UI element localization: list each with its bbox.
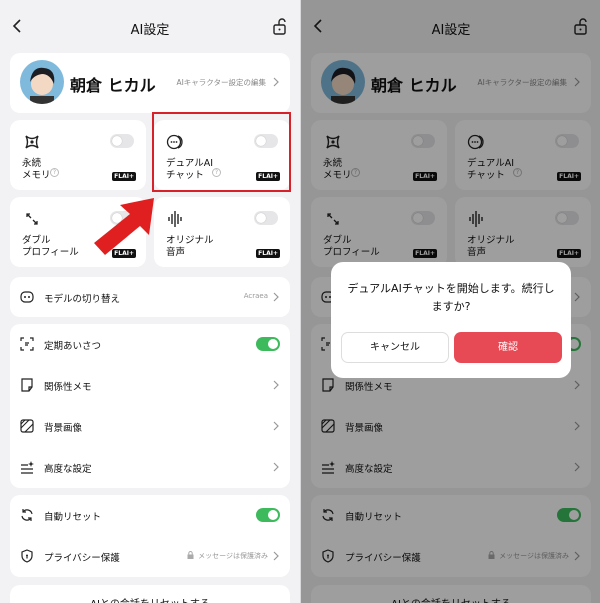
cancel-button[interactable]: キャンセル <box>341 332 449 363</box>
red-arrow-icon <box>94 198 154 255</box>
auto-reset-toggle[interactable] <box>256 508 280 522</box>
row-relationship-memo[interactable]: 関係性メモ <box>10 365 290 405</box>
settings-group: 定期あいさつ 関係性メモ 背景画像 高度な設定 <box>10 324 290 488</box>
row-label: 背景画像 <box>44 423 83 434</box>
model-switch-row[interactable]: モデルの切り替え Acraea <box>10 277 290 317</box>
flai-plus-badge: FLAI+ <box>112 172 136 181</box>
greeting-icon <box>20 337 34 351</box>
page-title: AI設定 <box>130 23 170 38</box>
tile-original-voice[interactable]: オリジナル 音声 FLAI+ <box>154 197 290 267</box>
chevron-right-icon <box>273 421 279 431</box>
privacy-status: メッセージは保護済み <box>198 552 268 560</box>
swap-icon <box>26 213 38 225</box>
dialog-message: デュアルAIチャットを開始します。続行しますか? <box>347 282 555 313</box>
chevron-right-icon <box>273 292 279 302</box>
profile-card[interactable]: 朝倉 ヒカル AIキャラクター設定の編集 <box>10 53 290 113</box>
advanced-settings-icon <box>21 461 34 474</box>
row-background-image[interactable]: 背景画像 <box>10 406 290 446</box>
voice-wave-icon <box>168 211 182 227</box>
original-voice-toggle[interactable] <box>254 211 278 225</box>
row-label: 関係性メモ <box>44 382 92 393</box>
confirm-dialog: デュアルAIチャットを開始します。続行しますか? キャンセル 確認 <box>331 262 571 378</box>
tile-permanent-memory[interactable]: 永続 メモリ ? FLAI+ <box>10 120 146 190</box>
memory-toggle[interactable] <box>110 134 134 148</box>
lock-icon <box>187 551 194 559</box>
row-periodic-greeting[interactable]: 定期あいさつ <box>10 324 290 364</box>
background-image-icon <box>20 419 34 433</box>
confirm-button[interactable]: 確認 <box>454 332 562 363</box>
tile-label: オリジナル 音声 <box>166 235 214 258</box>
settings-screen-left: AI設定 朝倉 ヒカル AIキャラクター設定の編集 永続 メモリ ? FLAI+… <box>0 0 300 603</box>
chevron-right-icon <box>273 551 279 561</box>
memory-icon <box>25 135 39 149</box>
model-switch-label: モデルの切り替え <box>44 294 121 305</box>
flai-plus-badge: FLAI+ <box>256 249 280 258</box>
row-advanced-settings[interactable]: 高度な設定 <box>10 447 290 487</box>
chevron-right-icon <box>273 77 279 87</box>
shield-icon <box>21 549 33 563</box>
memo-icon <box>21 378 33 392</box>
chevron-right-icon <box>273 462 279 472</box>
unlock-icon[interactable] <box>272 18 288 35</box>
model-switch-card[interactable]: モデルの切り替え Acraea <box>10 277 290 317</box>
reset-conversation-label: AIとの会話をリセットする <box>10 595 290 603</box>
row-label: 自動リセット <box>44 512 102 523</box>
reset-group: 自動リセット プライバシー保護 メッセージは保護済み <box>10 495 290 577</box>
tile-label: ダブル プロフィール <box>22 235 79 258</box>
greeting-toggle[interactable] <box>256 337 280 351</box>
highlight-box <box>152 112 291 192</box>
row-auto-reset[interactable]: 自動リセット <box>10 495 290 535</box>
reset-conversation-button[interactable]: AIとの会話をリセットする <box>10 585 290 603</box>
avatar <box>20 60 64 104</box>
header: AI設定 <box>0 0 300 52</box>
model-switch-value: Acraea <box>243 292 268 300</box>
edit-character-link[interactable]: AIキャラクター設定の編集 <box>176 77 266 88</box>
row-label: プライバシー保護 <box>44 553 120 564</box>
tile-label: 永続 メモリ <box>22 158 51 181</box>
row-privacy-protection[interactable]: プライバシー保護 メッセージは保護済み <box>10 536 290 576</box>
profile-name: 朝倉 ヒカル <box>70 76 156 95</box>
row-label: 高度な設定 <box>44 464 92 475</box>
row-label: 定期あいさつ <box>44 341 102 352</box>
settings-screen-right: AI設定 朝倉 ヒカル AIキャラクター設定の編集 永続 メモリ ? FLAI+… <box>300 0 600 603</box>
help-icon[interactable]: ? <box>50 168 59 177</box>
refresh-icon <box>21 509 33 521</box>
model-icon <box>20 291 34 303</box>
chevron-right-icon <box>273 380 279 390</box>
